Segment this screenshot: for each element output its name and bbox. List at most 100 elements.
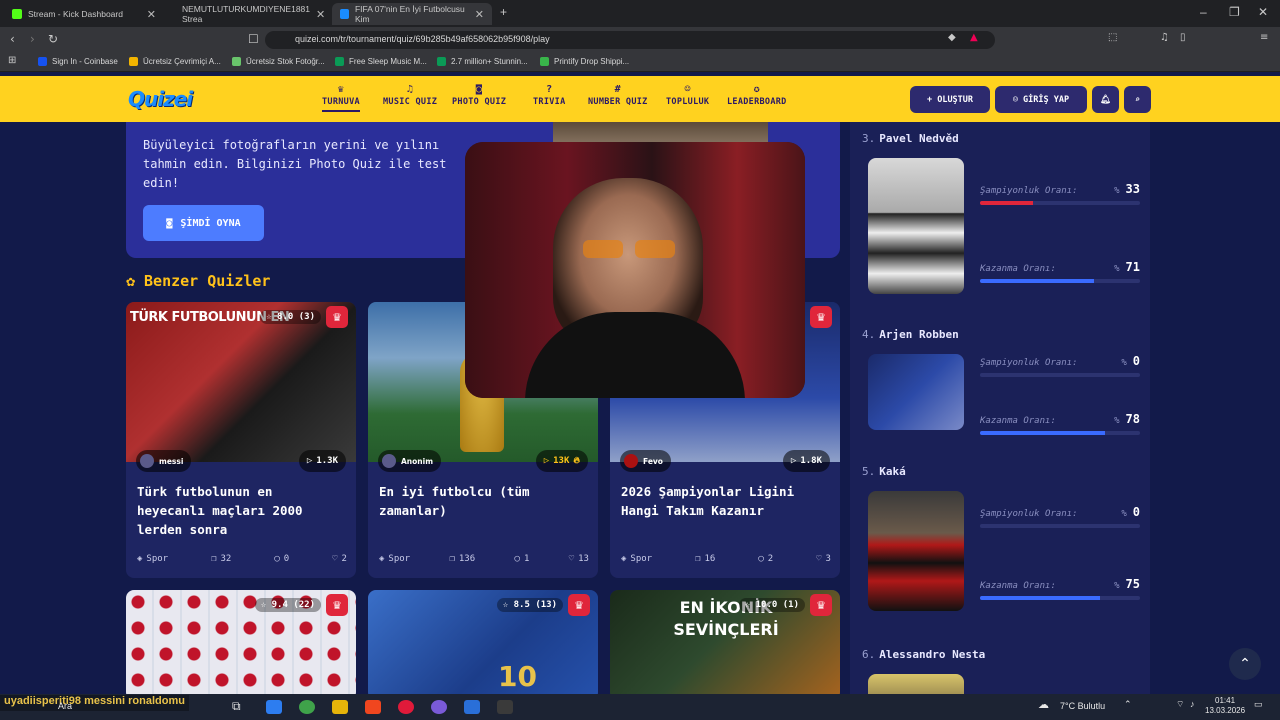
question-icon: ? xyxy=(546,84,553,95)
bookmark-item[interactable]: Printify Drop Shippi... xyxy=(540,57,629,66)
nav-label: PHOTO QUIZ xyxy=(452,97,507,107)
new-tab-icon[interactable]: + xyxy=(500,5,507,19)
bookmark-item[interactable]: Free Sleep Music M... xyxy=(335,57,427,66)
nav-label: TRIVIA xyxy=(533,97,566,107)
windows-taskbar: uyadiisperiti98 messini ronaldomu Ara ⧉ … xyxy=(0,694,1280,720)
forward-icon[interactable]: › xyxy=(30,32,35,46)
quiz-meta: ◈ Spor ❐ 16 ◯ 2 ♡ 3 xyxy=(621,554,831,564)
play-icon: ▷ xyxy=(306,456,313,466)
nav-label: MUSIC QUIZ xyxy=(383,97,438,107)
author-badge[interactable]: Fevo xyxy=(620,450,671,472)
rating-value: 8.0 xyxy=(277,312,294,322)
close-icon[interactable]: ✕ xyxy=(316,8,325,21)
win-rate: Kazanma Oranı:% 78 xyxy=(980,412,1140,435)
scroll-to-top-button[interactable]: ⌃ xyxy=(1229,648,1261,680)
close-icon[interactable]: ✕ xyxy=(147,8,156,21)
reload-icon[interactable]: ↻ xyxy=(48,32,58,46)
quiz-card[interactable]: EN İKONİK SEVİNÇLERİ ☆ 10.0 (1) ♛ xyxy=(610,590,840,694)
progress-fill xyxy=(980,431,1105,435)
extensions-icon[interactable]: ⬚ xyxy=(1108,32,1117,43)
likes-count[interactable]: ♡ 2 xyxy=(332,554,347,564)
chrome-icon[interactable] xyxy=(299,700,315,714)
notification-button[interactable]: 🔔︎ xyxy=(1092,86,1119,113)
author-badge[interactable]: messi xyxy=(136,450,192,472)
player-name-text: Pavel Nedvěd xyxy=(879,132,959,145)
restore-icon[interactable]: ❐ xyxy=(1229,5,1240,19)
apps-icon[interactable]: ⊞ xyxy=(8,55,16,66)
quiz-title[interactable]: Türk futbolunun en heyecanlı maçları 200… xyxy=(137,482,347,539)
author-badge[interactable]: Anonim xyxy=(378,450,442,472)
nav-number-quiz[interactable]: # NUMBER QUIZ xyxy=(588,84,648,107)
comments-count: ◯ 2 xyxy=(758,554,773,564)
browser-tab[interactable]: Stream - Kick Dashboard ✕ xyxy=(4,3,164,25)
user-icon: ☺ xyxy=(1012,94,1019,105)
nav-leaderboard[interactable]: ✪ LEADERBOARD xyxy=(727,84,787,107)
trophy-icon: ♛ xyxy=(337,84,345,95)
file-explorer-icon[interactable] xyxy=(332,700,348,714)
clock[interactable]: 01:41 13.03.2026 xyxy=(1205,696,1245,716)
nav-photo-quiz[interactable]: ◙ PHOTO QUIZ xyxy=(452,84,506,107)
media-player-icon[interactable] xyxy=(398,700,414,714)
play-now-button[interactable]: ◙ ŞİMDİ OYNA xyxy=(143,205,264,241)
menu-icon[interactable]: ≡ xyxy=(1260,32,1268,43)
window-close-icon[interactable]: ✕ xyxy=(1258,5,1268,19)
quiz-card[interactable]: 10 ☆ 8.5 (13) ♛ xyxy=(368,590,598,694)
progress-bar xyxy=(980,431,1140,435)
brave-rewards-icon[interactable]: ▲ xyxy=(970,32,978,43)
copilot-icon[interactable] xyxy=(266,700,282,714)
back-icon[interactable]: ‹ xyxy=(10,32,15,46)
crown-icon[interactable]: ♛ xyxy=(810,306,832,328)
glasses-lens xyxy=(583,240,623,258)
search-label[interactable]: Ara xyxy=(58,701,72,711)
obs-icon[interactable] xyxy=(431,700,447,714)
crown-icon[interactable]: ♛ xyxy=(810,594,832,616)
notification-center-icon[interactable]: ▭ xyxy=(1254,699,1263,710)
search-button[interactable]: ⌕ xyxy=(1124,86,1151,113)
puzzle-icon: ✿ xyxy=(126,272,136,290)
media-icon[interactable]: ♫ xyxy=(1160,32,1169,43)
app-icon[interactable] xyxy=(497,700,513,714)
player-entry: 6. Alessandro Nesta xyxy=(862,648,1142,694)
quizei-logo[interactable]: Quizei xyxy=(128,87,193,111)
crown-icon[interactable]: ♛ xyxy=(568,594,590,616)
chevron-up-icon: ⌃ xyxy=(1239,656,1251,672)
volume-icon[interactable]: ♪ xyxy=(1190,699,1195,709)
quiz-card[interactable]: TÜRK FUTBOLUNUN EN ☆ 8.0 (3) ♛ messi ▷ 1.… xyxy=(126,302,356,578)
browser-tab[interactable]: NEMUTLUTURKUMDIYENE1881 Strea ✕ xyxy=(168,3,328,25)
nav-trivia[interactable]: ? TRIVIA xyxy=(533,84,566,107)
brave-shield-icon[interactable]: ◆ xyxy=(948,32,956,43)
weather-icon[interactable]: ☁ xyxy=(1038,698,1049,711)
sidebar-toggle-icon[interactable]: ▯ xyxy=(1180,32,1186,43)
quiz-thumbnail xyxy=(126,590,356,694)
app-icon[interactable] xyxy=(464,700,480,714)
nav-music-quiz[interactable]: ♫ MUSIC QUIZ xyxy=(383,84,437,107)
login-button[interactable]: ☺ GİRİŞ YAP xyxy=(995,86,1087,113)
create-button[interactable]: + OLUŞTUR xyxy=(910,86,990,113)
weather-text[interactable]: 7°C Bulutlu xyxy=(1060,701,1105,711)
quiz-title[interactable]: 2026 Şampiyonlar Ligini Hangi Takım Kaza… xyxy=(621,482,831,520)
brave-icon[interactable] xyxy=(365,700,381,714)
bookmark-item[interactable]: 2.7 million+ Stunnin... xyxy=(437,57,528,66)
nav-topluluk[interactable]: ☺ TOPLULUK xyxy=(666,84,709,107)
bookmark-item[interactable]: Ücretsiz Çevrimiçi A... xyxy=(129,57,221,66)
category: ◈ Spor xyxy=(621,554,652,564)
tray-chevron-icon[interactable]: ⌃ xyxy=(1124,699,1132,710)
browser-tab-active[interactable]: FIFA 07'nin En İyi Futbolcusu Kim ✕ xyxy=(332,3,492,25)
nav-turnuva[interactable]: ♛ TURNUVA xyxy=(322,84,360,112)
wifi-icon[interactable]: ⌔ xyxy=(1176,699,1184,710)
task-view-icon[interactable]: ⧉ xyxy=(232,699,248,713)
percent-sign: % xyxy=(1114,581,1120,591)
bookmark-icon[interactable]: ☐ xyxy=(248,32,259,46)
minimize-icon[interactable]: – xyxy=(1200,5,1207,19)
player-entry: 4. Arjen Robben Şampiyonluk Oranı:% 0 Kaza… xyxy=(862,328,1142,448)
crown-icon[interactable]: ♛ xyxy=(326,594,348,616)
close-icon[interactable]: ✕ xyxy=(475,8,484,21)
quiz-title[interactable]: En iyi futbolcu (tüm zamanlar) xyxy=(379,482,589,520)
likes-count[interactable]: ♡ 13 xyxy=(569,554,589,564)
crown-icon[interactable]: ♛ xyxy=(326,306,348,328)
quiz-card[interactable]: ☆ 9.4 (22) ♛ xyxy=(126,590,356,694)
bookmark-item[interactable]: Ücretsiz Stok Fotoğr... xyxy=(232,57,325,66)
url-field[interactable]: quizei.com/tr/tournament/quiz/69b285b49a… xyxy=(265,31,995,49)
bookmark-item[interactable]: Sign In - Coinbase xyxy=(38,57,118,66)
likes-count[interactable]: ♡ 3 xyxy=(816,554,831,564)
